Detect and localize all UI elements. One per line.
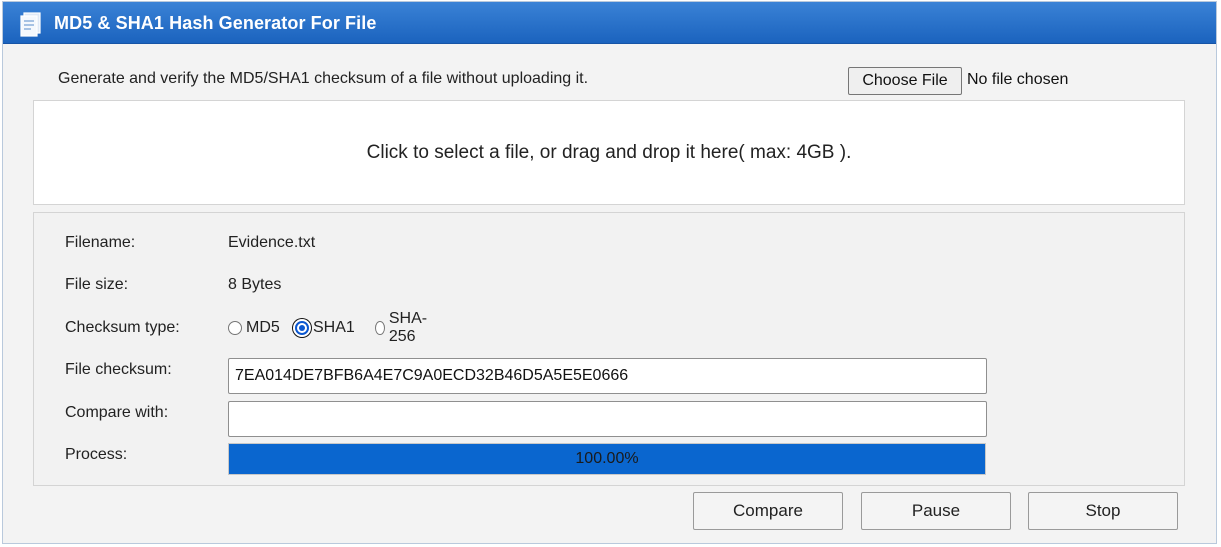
- radio-option-md5[interactable]: MD5: [228, 317, 280, 339]
- file-info-box: Filename: Evidence.txt File size: 8 Byte…: [33, 212, 1185, 486]
- file-dropzone[interactable]: Click to select a file, or drag and drop…: [33, 100, 1185, 205]
- page-title: MD5 & SHA1 Hash Generator For File: [54, 13, 377, 33]
- radio-sha1[interactable]: [295, 321, 309, 335]
- compare-field[interactable]: [228, 401, 987, 437]
- filesize-label: File size:: [65, 276, 129, 293]
- filesize-value: 8 Bytes: [228, 276, 282, 293]
- radio-label-sha1: SHA1: [313, 319, 355, 336]
- process-label: Process:: [65, 446, 128, 463]
- stop-button[interactable]: Stop: [1028, 492, 1178, 530]
- intro-text: Generate and verify the MD5/SHA1 checksu…: [58, 70, 589, 87]
- radio-md5[interactable]: [228, 321, 242, 335]
- radio-sha256[interactable]: [375, 321, 385, 335]
- document-hash-icon: [20, 12, 41, 37]
- progress-text: 100.00%: [575, 450, 639, 467]
- compare-button[interactable]: Compare: [693, 492, 843, 530]
- compare-label: Compare with:: [65, 404, 169, 421]
- file-status: No file chosen: [967, 71, 1069, 88]
- title-bar: MD5 & SHA1 Hash Generator For File: [3, 2, 1216, 44]
- dropzone-text: Click to select a file, or drag and drop…: [366, 141, 852, 163]
- file-checksum-field[interactable]: 7EA014DE7BFB6A4E7C9A0ECD32B46D5A5E5E0666: [228, 358, 987, 394]
- radio-label-sha256: SHA-256: [388, 310, 428, 345]
- radio-label-md5: MD5: [246, 319, 280, 336]
- radio-option-sha256[interactable]: SHA-256: [375, 310, 431, 345]
- filename-value: Evidence.txt: [228, 234, 316, 251]
- choose-file-button[interactable]: Choose File: [848, 67, 962, 95]
- checksum-type-label: Checksum type:: [65, 319, 180, 336]
- pause-button[interactable]: Pause: [861, 492, 1011, 530]
- progress-bar: 100.00%: [228, 443, 986, 475]
- radio-option-sha1[interactable]: SHA1: [295, 317, 355, 339]
- hash-generator-panel: MD5 & SHA1 Hash Generator For File Gener…: [2, 1, 1217, 544]
- file-checksum-label: File checksum:: [65, 361, 172, 378]
- filename-label: Filename:: [65, 234, 136, 251]
